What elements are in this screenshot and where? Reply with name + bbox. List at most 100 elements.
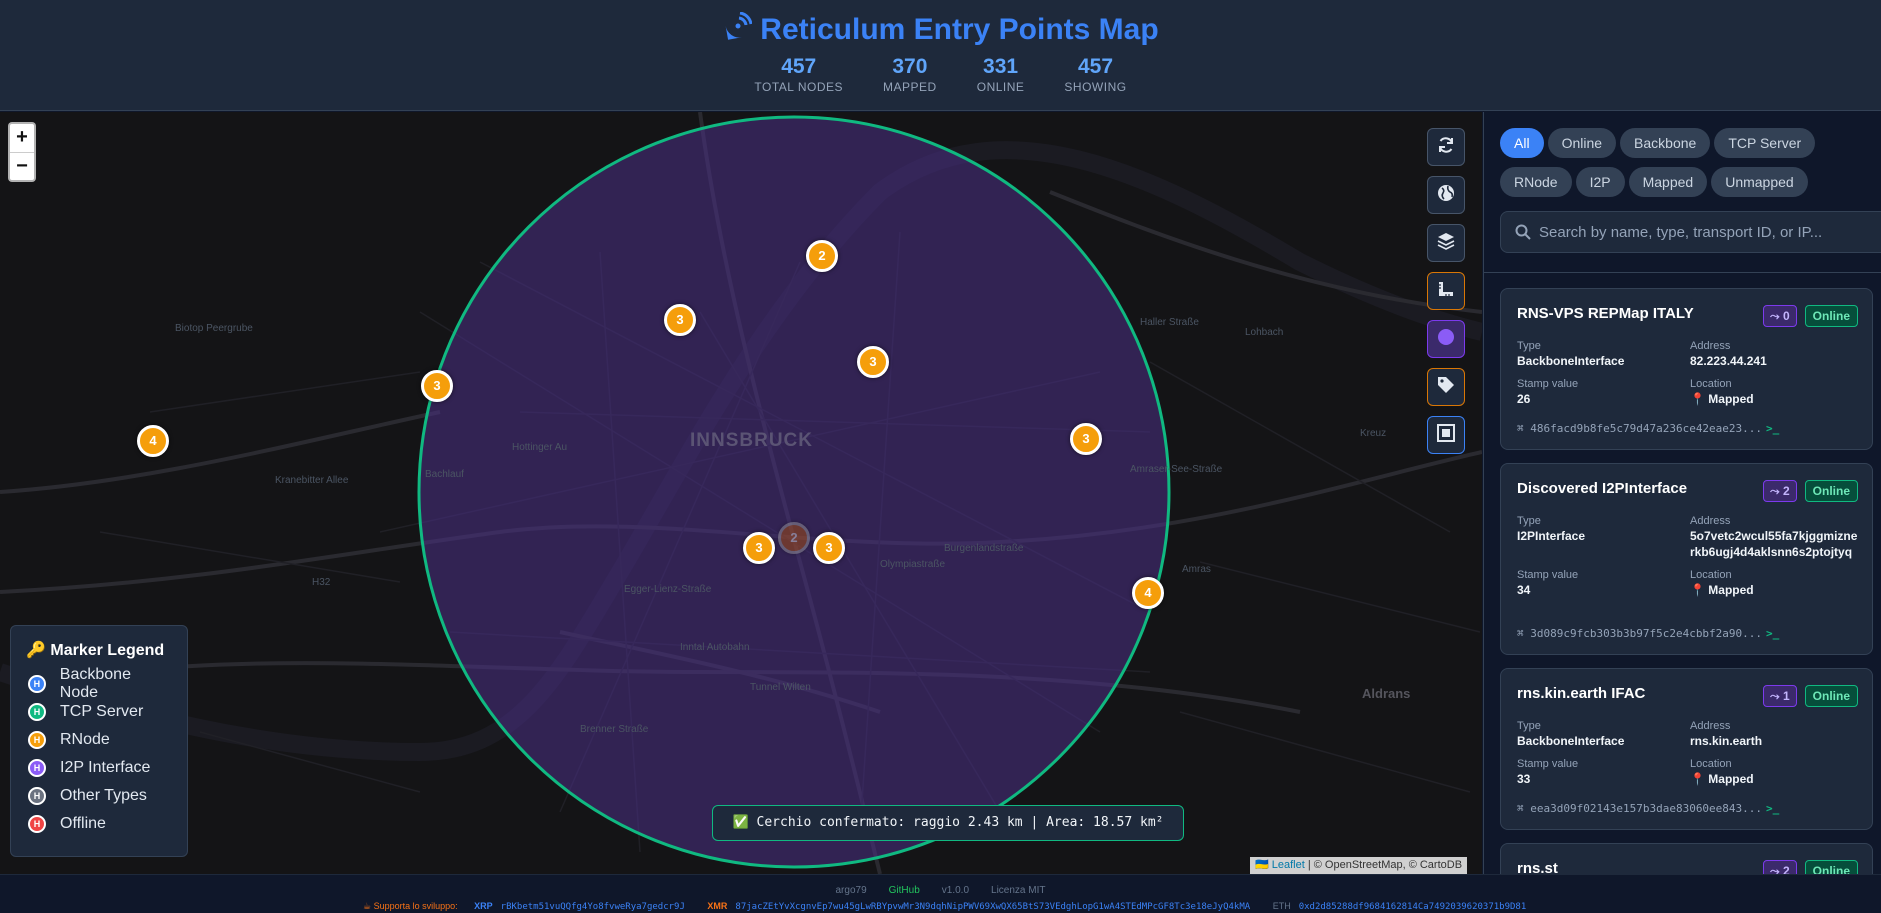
terminal-icon[interactable]: >_ — [1766, 422, 1779, 435]
stamp-value: 34 — [1517, 583, 1531, 597]
stat-online-value: 331 — [983, 55, 1019, 78]
github-link[interactable]: GitHub — [889, 885, 920, 896]
cluster-marker[interactable]: 3 — [743, 532, 775, 564]
fit-bounds-button[interactable] — [1427, 416, 1465, 454]
refresh-icon — [1437, 136, 1455, 159]
location-value: 📍 Mapped — [1690, 583, 1754, 597]
map-view[interactable]: + − INNSBRUCK Biotop Peergrube Hottinger… — [0, 112, 1482, 874]
measure-button[interactable] — [1427, 272, 1465, 310]
type-key: Type — [1517, 340, 1541, 352]
ruler-icon — [1437, 280, 1455, 303]
node-card[interactable]: rns.st ⤳ 2 Online — [1500, 843, 1873, 874]
route-icon: ⤳ — [1770, 309, 1780, 323]
footer-author: argo79 — [835, 885, 867, 896]
location-key: Location — [1690, 569, 1732, 581]
fingerprint-icon: ⌘ — [1517, 422, 1524, 435]
node-details: Type I2PInterface Address 5o7vetc2wcul55fa… — [1517, 514, 1862, 606]
transport-id: ⌘ eea3d09f02143e157b3dae83060ee843... >_ — [1517, 802, 1779, 815]
node-card[interactable]: Discovered I2PInterface ⤳ 2 Online Type I… — [1500, 463, 1873, 655]
node-card[interactable]: RNS-VPS REPMap ITALY ⤳ 0 Online Type Back… — [1500, 288, 1873, 450]
zoom-in-button[interactable]: + — [10, 124, 34, 152]
terminal-icon[interactable]: >_ — [1766, 627, 1779, 640]
terminal-icon[interactable]: >_ — [1766, 802, 1779, 815]
street-label: Egger-Lienz-Straße — [624, 584, 712, 595]
legend-title: 🔑 Marker Legend — [26, 640, 172, 660]
cluster-marker[interactable]: 3 — [1070, 423, 1102, 455]
xrp-address[interactable]: rBKbetm51vuQQfg4Yo8fvweRya7gedcr9J — [501, 902, 685, 912]
node-badges: ⤳ 0 Online — [1763, 305, 1858, 327]
page-title-text: Reticulum Entry Points Map — [760, 13, 1159, 46]
node-details: Type BackboneInterface Address 82.223.44.2… — [1517, 339, 1862, 415]
legend-item: H Offline — [26, 810, 172, 838]
legend-label: I2P Interface — [60, 759, 151, 776]
node-badges: ⤳ 2 Online — [1763, 480, 1858, 502]
cluster-marker[interactable]: 3 — [857, 346, 889, 378]
filter-unmapped[interactable]: Unmapped — [1711, 167, 1808, 197]
transport-id: ⌘ 3d089c9fcb303b3b97f5c2e4cbbf2a90... >_ — [1517, 627, 1779, 640]
location-key: Location — [1690, 378, 1732, 390]
legend-item: H TCP Server — [26, 698, 172, 726]
cluster-marker[interactable]: 2 — [806, 240, 838, 272]
stat-mapped: 370 MAPPED — [883, 55, 937, 95]
route-icon: ⤳ — [1770, 689, 1780, 703]
page-footer: argo79 GitHub v1.0.0 Licenza MIT ☕ Supporta… — [0, 874, 1881, 913]
hops-count: 2 — [1782, 864, 1790, 874]
stat-showing-label: SHOWING — [1064, 80, 1127, 94]
filter-mapped[interactable]: Mapped — [1628, 167, 1708, 197]
street-label: Amraser-See-Straße — [1130, 464, 1223, 475]
stat-online-label: ONLINE — [976, 80, 1025, 94]
circle-tool-button[interactable] — [1427, 320, 1465, 358]
flag-icon: 🇺🇦 — [1255, 859, 1269, 871]
leaflet-link[interactable]: Leaflet — [1272, 859, 1305, 871]
zoom-control: + − — [8, 122, 36, 182]
stamp-value: 33 — [1517, 772, 1531, 786]
node-badges: ⤳ 2 Online — [1763, 860, 1858, 874]
type-value: BackboneInterface — [1517, 734, 1625, 748]
status-badge: Online — [1804, 860, 1858, 874]
donation-row: ☕ Supporta lo sviluppo: XRP rBKbetm51vuQQ… — [363, 901, 1526, 912]
status-badge: Online — [1804, 685, 1858, 707]
status-badge: Online — [1804, 305, 1858, 327]
type-key: Type — [1517, 515, 1541, 527]
filter-online[interactable]: Online — [1547, 128, 1617, 158]
street-label: Hottinger Au — [512, 442, 568, 453]
node-card[interactable]: rns.kin.earth IFAC ⤳ 1 Online Type Backbo… — [1500, 668, 1873, 830]
search-icon — [1515, 224, 1531, 245]
support-text: ☕ Supporta lo sviluppo: — [363, 901, 458, 911]
hops-badge: ⤳ 2 — [1763, 860, 1797, 874]
cluster-marker[interactable]: 2 — [778, 522, 810, 554]
street-label: Brenner Straße — [580, 724, 649, 735]
zoom-out-button[interactable]: − — [10, 152, 34, 180]
cluster-marker[interactable]: 3 — [664, 304, 696, 336]
hops-badge: ⤳ 0 — [1763, 305, 1797, 327]
filter-backbone[interactable]: Backbone — [1620, 128, 1711, 158]
stamp-value: 26 — [1517, 392, 1531, 406]
globe-button[interactable] — [1427, 176, 1465, 214]
refresh-button[interactable] — [1427, 128, 1465, 166]
layers-button[interactable] — [1427, 224, 1465, 262]
offline-marker-icon: H — [28, 815, 46, 833]
filter-tcp-server[interactable]: TCP Server — [1714, 128, 1816, 158]
labels-button[interactable] — [1427, 368, 1465, 406]
stamp-key: Stamp value — [1517, 758, 1579, 770]
route-icon: ⤳ — [1770, 864, 1780, 874]
legend-item: H Other Types — [26, 782, 172, 810]
footer-links: argo79 GitHub v1.0.0 Licenza MIT — [0, 885, 1881, 896]
street-label: Bachlauf — [425, 469, 464, 480]
search-input[interactable] — [1539, 212, 1881, 252]
eth-address[interactable]: 0xd2d85288df9684162814Ca7492039620371b9D… — [1299, 902, 1527, 912]
cluster-marker[interactable]: 3 — [421, 370, 453, 402]
transport-id-text: 3d089c9fcb303b3b97f5c2e4cbbf2a90... — [1530, 627, 1763, 640]
filter-rnode[interactable]: RNode — [1500, 167, 1572, 197]
xmr-address[interactable]: 87jacZEtYvXcgnvEp7wu45gLwRBYpvwMr3N9dqhN… — [735, 902, 1250, 912]
cluster-marker[interactable]: 4 — [1132, 577, 1164, 609]
stat-showing: 457 SHOWING — [1064, 55, 1126, 95]
cluster-marker[interactable]: 4 — [137, 425, 169, 457]
street-label: Kreuz — [1360, 428, 1387, 439]
filter-all[interactable]: All — [1500, 128, 1544, 158]
attribution-text: | © OpenStreetMap, © CartoDB — [1307, 859, 1463, 871]
eth-label: ETH — [1272, 901, 1291, 911]
street-label: H32 — [312, 577, 331, 588]
filter-i2p[interactable]: I2P — [1575, 167, 1625, 197]
cluster-marker[interactable]: 3 — [813, 532, 845, 564]
